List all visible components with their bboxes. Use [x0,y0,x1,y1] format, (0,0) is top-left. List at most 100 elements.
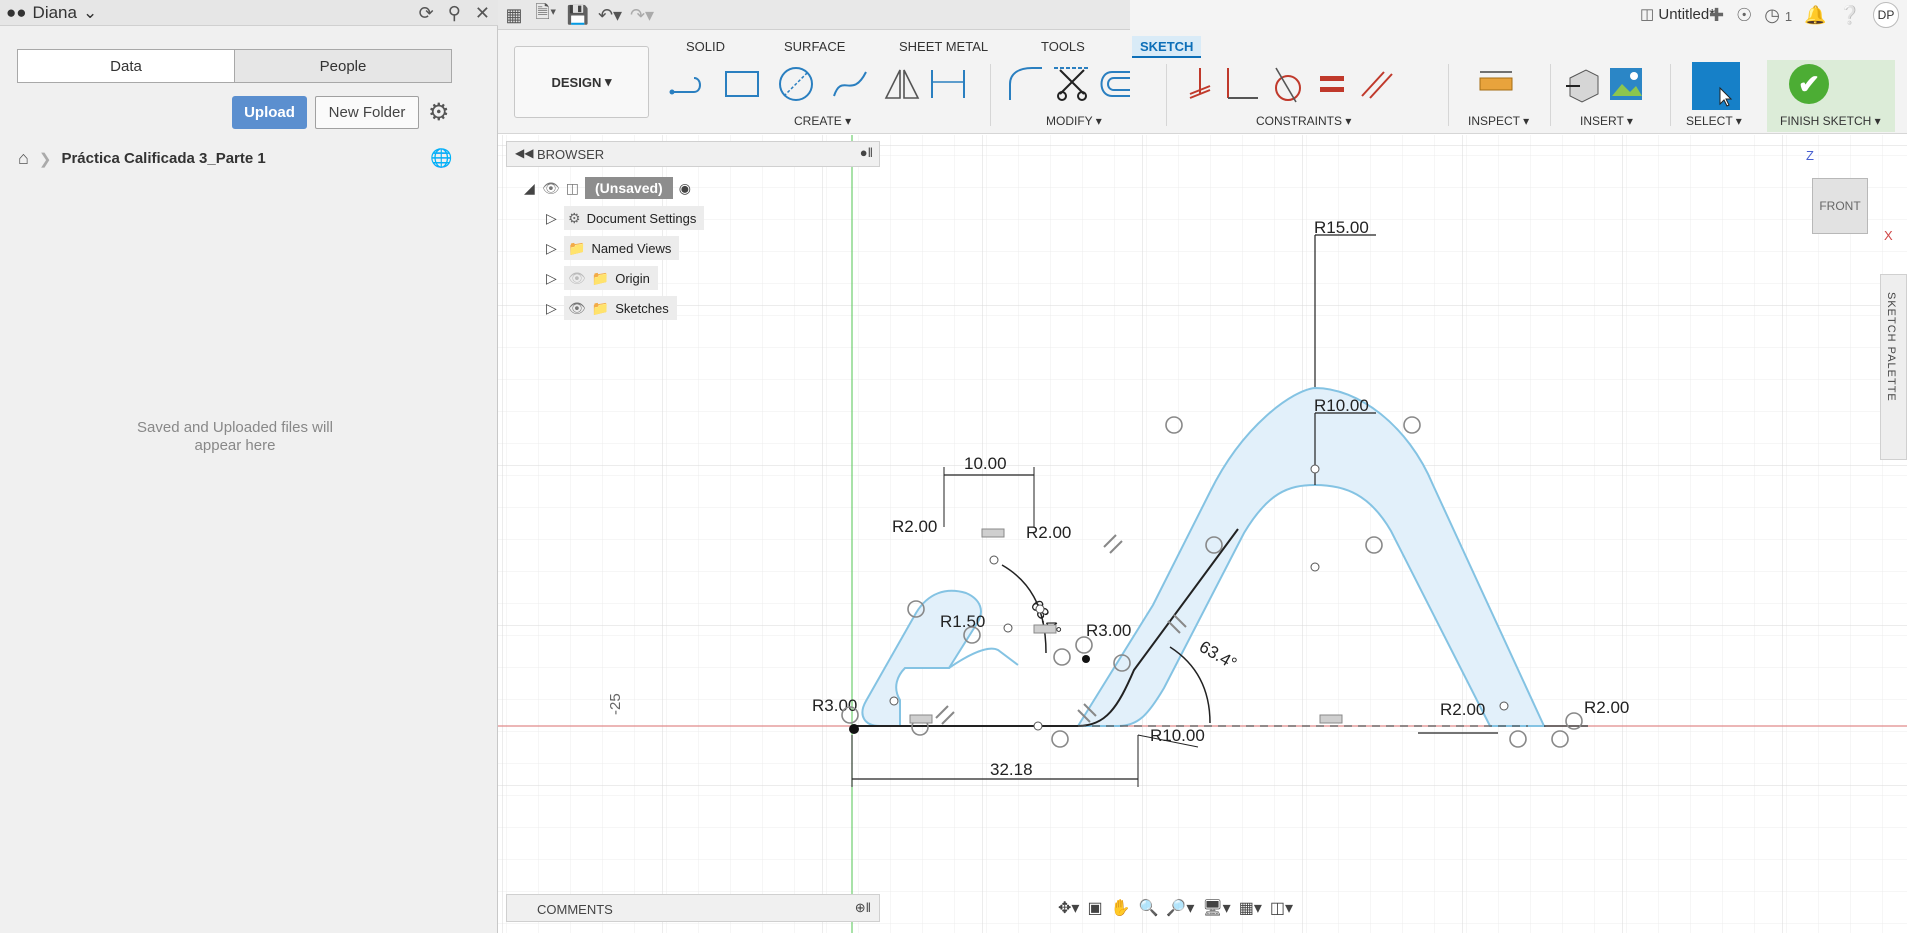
dim-r2-inner[interactable]: R2.00 [1026,523,1071,542]
browser-item-document-settings[interactable]: ▷ ⚙ Document Settings [546,206,705,230]
add-comment-icon[interactable]: ⊕‖ [855,900,871,916]
look-at-icon[interactable]: ▣ [1087,898,1102,918]
dimension-tool-icon[interactable] [928,64,968,104]
file-menu-icon[interactable]: 🗎▾ [530,0,562,30]
gear-icon[interactable]: ⚙ [428,98,450,127]
browser-pin-icon[interactable]: ●‖ [860,145,873,160]
viewports-icon[interactable]: ◫▾ [1270,898,1293,918]
grid-settings-icon[interactable]: ▦▾ [1239,898,1262,918]
search-icon[interactable]: ⚲ [448,2,461,24]
component-icon: ◫ [565,179,580,196]
browser-root[interactable]: ◢ 👁 ◫ (Unsaved) ◉ [524,176,691,200]
save-icon[interactable]: 💾 [562,5,594,26]
dim-r2-right-b[interactable]: R2.00 [1584,698,1629,717]
pan-icon[interactable]: ✋ [1111,898,1131,918]
finish-sketch-menu[interactable]: FINISH SKETCH ▾ [1780,114,1881,128]
select-tool-icon[interactable] [1692,62,1740,110]
rectangle-tool-icon[interactable] [722,64,762,104]
spline-tool-icon[interactable] [830,64,870,104]
insert-menu[interactable]: INSERT ▾ [1580,114,1633,128]
workspace-switcher[interactable]: DESIGN ▾ [514,46,649,118]
line-tool-icon[interactable] [668,64,708,104]
tab-people[interactable]: People [235,50,451,82]
insert-derive-icon[interactable] [1562,64,1602,104]
tab-data[interactable]: Data [18,50,235,82]
data-panel: ●● Diana ⌄ ⟳ ⚲ ✕ Data People Upload New … [0,0,498,933]
circle-tool-icon[interactable] [776,64,816,104]
dim-r2-left[interactable]: R2.00 [892,517,937,536]
expand-triangle-icon[interactable]: ▷ [546,270,564,287]
expand-triangle-icon[interactable]: ▷ [546,240,564,257]
fillet-tool-icon[interactable] [1006,64,1046,104]
undo-icon[interactable]: ↶▾ [594,5,626,26]
eye-hidden-icon[interactable]: 👁 [568,270,586,287]
apps-grid-icon[interactable]: ▦ [498,5,530,26]
coincident-constraint-icon[interactable] [1180,64,1220,104]
tab-tools[interactable]: TOOLS [1033,36,1093,58]
extensions-icon[interactable]: ☉ [1736,5,1752,26]
breadcrumb-project[interactable]: Práctica Calificada 3_Parte 1 [61,150,265,167]
axis-x-label: X [1884,228,1893,243]
dim-r10-bottom[interactable]: R10.00 [1150,726,1205,745]
tab-solid[interactable]: SOLID [678,36,733,58]
browser-item-sketches[interactable]: ▷ 👁 📁 Sketches [546,296,677,320]
tab-sketch[interactable]: SKETCH [1132,36,1202,58]
dim-32[interactable]: 32.18 [990,760,1033,779]
expand-triangle-icon[interactable]: ▷ [546,210,564,227]
dim-r15[interactable]: R15.00 [1314,218,1369,237]
job-status-icon[interactable]: ◷ 1 [1764,5,1792,26]
home-icon[interactable]: ⌂ [18,148,29,169]
parallel-constraint-icon[interactable] [1356,64,1396,104]
tab-sheet-metal[interactable]: SHEET METAL [891,36,996,58]
refresh-icon[interactable]: ⟳ [419,2,434,24]
comments-panel[interactable]: COMMENTS ⊕‖ [506,894,880,922]
dim-r2-right-a[interactable]: R2.00 [1440,700,1485,719]
sketch-canvas[interactable]: R15.00 R10.00 10.00 R2.00 R2.00 63.4° R3… [498,135,1907,933]
new-folder-button[interactable]: New Folder [315,96,419,129]
select-menu[interactable]: SELECT ▾ [1686,114,1742,128]
collapse-triangle-icon[interactable]: ◢ [524,180,542,197]
browser-panel-header[interactable]: ◀◀ BROWSER ●‖ [506,141,880,167]
display-settings-icon[interactable]: 🖥▾ [1202,898,1230,918]
browser-item-named-views[interactable]: ▷ 📁 Named Views [546,236,680,260]
upload-button[interactable]: Upload [232,96,307,129]
data-panel-header: ●● Diana ⌄ ⟳ ⚲ ✕ [0,0,498,26]
trim-tool-icon[interactable] [1052,64,1092,104]
constraints-menu[interactable]: CONSTRAINTS ▾ [1256,114,1351,128]
inspect-menu[interactable]: INSPECT ▾ [1468,114,1529,128]
collapse-icon[interactable]: ◀◀ [515,146,533,160]
expand-triangle-icon[interactable]: ▷ [546,300,564,317]
equal-constraint-icon[interactable] [1312,64,1352,104]
eye-icon[interactable]: 👁 [542,180,560,197]
avatar[interactable]: DP [1873,2,1899,28]
dim-r150[interactable]: R1.50 [940,612,985,631]
help-icon[interactable]: ❔ [1839,5,1861,26]
user-menu[interactable]: ●● Diana ⌄ [6,3,97,23]
measure-tool-icon[interactable] [1476,64,1516,104]
new-tab-icon[interactable]: ✚ [1709,5,1724,26]
eye-icon[interactable]: 👁 [568,300,586,317]
mirror-tool-icon[interactable] [882,64,922,104]
offset-tool-icon[interactable] [1094,64,1134,104]
perpendicular-constraint-icon[interactable] [1220,64,1260,104]
dim-r10-top[interactable]: R10.00 [1314,396,1369,415]
activate-radio-icon[interactable]: ◉ [679,180,691,197]
orbit-icon[interactable]: ✥▾ [1058,898,1079,918]
dim-r3-left[interactable]: R3.00 [812,696,857,715]
redo-icon[interactable]: ↷▾ [626,5,658,26]
globe-icon[interactable]: 🌐 [430,148,452,169]
notifications-icon[interactable]: 🔔 [1804,5,1826,26]
close-icon[interactable]: ✕ [475,2,490,24]
modify-menu[interactable]: MODIFY ▾ [1046,114,1102,128]
browser-item-origin[interactable]: ▷ 👁 📁 Origin [546,266,658,290]
tangent-constraint-icon[interactable] [1268,64,1308,104]
insert-canvas-icon[interactable] [1606,64,1646,104]
tab-surface[interactable]: SURFACE [776,36,853,58]
axis-z-label: Z [1806,148,1814,163]
dim-10[interactable]: 10.00 [964,454,1007,473]
zoom-icon[interactable]: 🔍 [1138,898,1158,918]
viewcube[interactable]: FRONT [1812,178,1868,234]
dim-r3[interactable]: R3.00 [1086,621,1131,640]
create-menu[interactable]: CREATE ▾ [794,114,851,128]
zoom-window-icon[interactable]: 🔎▾ [1166,898,1194,918]
